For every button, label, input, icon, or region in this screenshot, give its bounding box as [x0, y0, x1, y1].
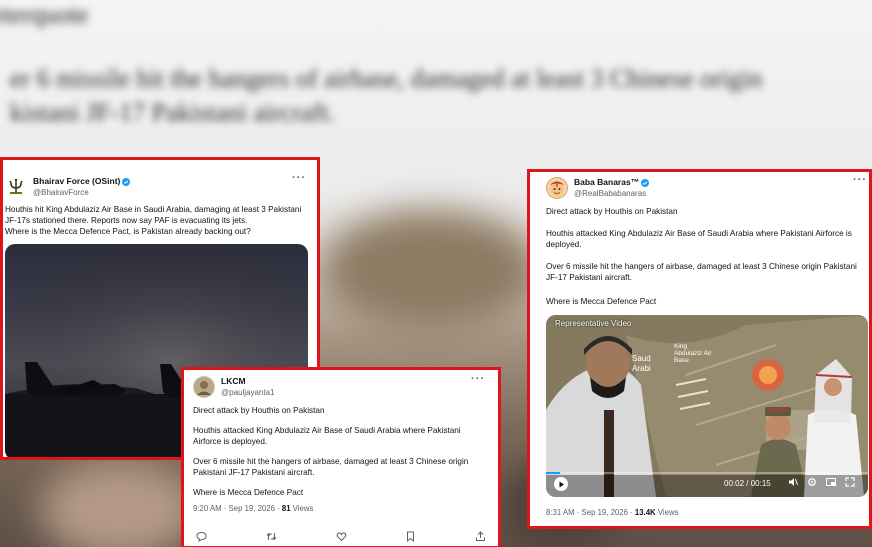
avatar[interactable] — [193, 376, 215, 398]
tweet-text: Over 6 missile hit the hangers of airbas… — [193, 457, 469, 477]
article-text-line: kistani JF-17 Pakistani aircraft. — [10, 98, 335, 127]
pip-icon[interactable] — [826, 477, 836, 487]
views-label: Views — [290, 504, 314, 513]
tweet-meta: 8:31 AM · Sep 19, 2026 · 13.4K Views — [546, 508, 679, 517]
map-label: Arabi — [632, 364, 651, 373]
user-handle[interactable]: @RealBababanaras — [574, 188, 649, 199]
verified-badge-icon — [122, 177, 131, 186]
share-icon[interactable] — [475, 531, 486, 542]
bookmark-icon[interactable] — [405, 531, 416, 542]
view-count: 81 — [281, 504, 291, 513]
tweet-text: Where is the Mecca Defence Pact, is Paki… — [5, 227, 251, 236]
trident-logo-icon — [9, 179, 23, 194]
more-options-icon[interactable]: ··· — [292, 172, 306, 184]
fullscreen-icon[interactable] — [845, 477, 855, 487]
volume-icon[interactable] — [788, 477, 798, 487]
verified-badge-icon — [641, 178, 650, 187]
profile-photo-avatar-icon — [194, 377, 214, 397]
display-name[interactable]: LKCM — [221, 376, 246, 387]
tweet-text: Direct attack by Houthis on Pakistan — [193, 406, 325, 415]
avatar[interactable] — [546, 177, 568, 199]
tweet-text: Over 6 missile hit the hangers of airbas… — [546, 262, 857, 282]
tweet-actions — [196, 531, 486, 542]
tweet-text: Where is Mecca Defence Pact — [193, 488, 304, 497]
cartoon-face-avatar-icon — [550, 181, 564, 196]
tweet-video[interactable]: Representative Video Saud Arabi King Abd… — [546, 315, 868, 497]
tweet-card: Baba Banaras™ @RealBababanaras ··· Direc… — [527, 169, 872, 529]
tweet-timestamp[interactable]: 8:31 AM · Sep 19, 2026 · — [546, 508, 635, 517]
map-label: Saud — [632, 354, 651, 363]
reply-icon[interactable] — [196, 531, 207, 542]
user-handle[interactable]: @BhairavForce — [33, 187, 130, 198]
video-current-time: 00:02 — [724, 479, 745, 488]
tweet-text: Direct attack by Houthis on Pakistan — [546, 207, 678, 216]
view-count: 13.4K — [634, 508, 656, 517]
settings-icon[interactable] — [807, 477, 817, 487]
tweet-timestamp[interactable]: 9:20 AM · Sep 19, 2026 · — [193, 504, 282, 513]
video-total-time: 00:15 — [750, 479, 771, 488]
article-text-line: eterquote — [0, 0, 89, 29]
display-name[interactable]: Bhairav Force (OSint) — [33, 176, 120, 187]
user-handle[interactable]: @pauljayanta1 — [221, 387, 275, 398]
tweet-text: Where is Mecca Defence Pact — [546, 297, 657, 306]
tweet-text: Houthis attacked King Abdulaziz Air Base… — [546, 229, 852, 249]
map-label: King Abdulaziz Air Base — [674, 343, 712, 364]
tweet-text: Houthis attacked King Abdulaziz Air Base… — [193, 426, 461, 446]
play-icon[interactable] — [554, 477, 568, 491]
background-blur — [40, 460, 200, 547]
tweet-card: LKCM @pauljayanta1 ··· Direct attack by … — [181, 367, 501, 547]
display-name[interactable]: Baba Banaras™ — [574, 177, 639, 188]
video-overlay-label: Representative Video — [555, 319, 632, 328]
like-icon[interactable] — [336, 531, 347, 542]
video-time: 00:02 / 00:15 — [724, 479, 771, 488]
views-label: Views — [655, 508, 679, 517]
avatar[interactable] — [5, 176, 27, 198]
background-blur — [320, 210, 540, 330]
more-options-icon[interactable]: ··· — [471, 373, 485, 385]
article-text-line: er 6 missile hit the hangers of airbase,… — [10, 64, 763, 93]
tweet-meta: 9:20 AM · Sep 19, 2026 · 81 Views — [193, 504, 313, 513]
tweet-text: Houthis hit King Abdulaziz Air Base in S… — [5, 205, 302, 225]
more-options-icon[interactable]: ··· — [853, 174, 867, 186]
repost-icon[interactable] — [266, 531, 277, 542]
